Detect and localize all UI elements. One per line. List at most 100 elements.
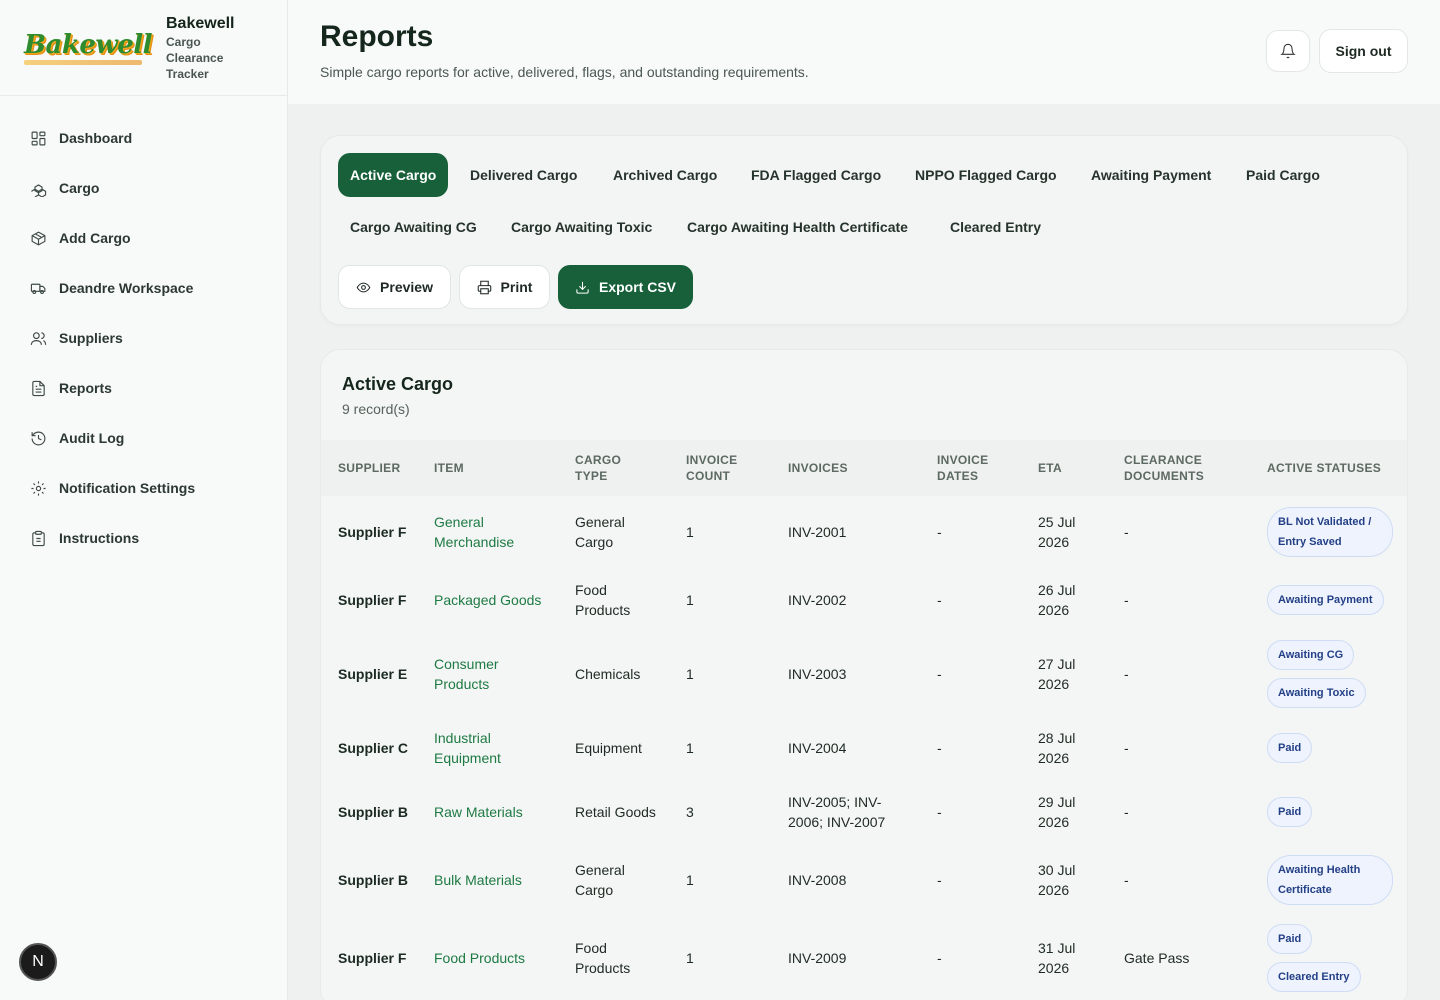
cell-item-link[interactable]: Food Products xyxy=(434,916,554,1000)
users-icon xyxy=(30,331,47,345)
sidebar-item-suppliers[interactable]: Suppliers xyxy=(0,313,287,363)
tab-cleared-entry[interactable]: Cleared Entry xyxy=(938,205,1054,249)
cell-invoice-count: 1 xyxy=(686,740,694,756)
cell-item-link[interactable]: Bulk Materials xyxy=(434,844,554,916)
sidebar-item-add-cargo[interactable]: Add Cargo xyxy=(0,213,287,263)
cell-item-link[interactable]: Raw Materials xyxy=(434,780,554,844)
sidebar-item-instructions[interactable]: Instructions xyxy=(0,513,287,563)
brand-text: Bakewell Cargo Clearance Tracker xyxy=(166,14,236,82)
cell-invoice-dates: - xyxy=(937,950,942,966)
brand-name: Bakewell xyxy=(166,14,235,32)
cell-invoice-dates: - xyxy=(937,592,942,608)
cell-eta: 26 Jul 2026 xyxy=(1038,582,1076,618)
cell-active-statuses: Awaiting Payment xyxy=(1267,568,1397,632)
status-badge: Paid xyxy=(1267,733,1313,763)
bell-icon xyxy=(1280,43,1296,59)
sidebar-item-label: Add Cargo xyxy=(59,230,131,246)
cell-item-link[interactable]: Industrial Equipment xyxy=(434,716,554,780)
cell-invoice-count: 1 xyxy=(686,592,694,608)
export-csv-button[interactable]: Export CSV xyxy=(558,265,693,309)
print-button[interactable]: Print xyxy=(459,265,550,309)
table-row[interactable]: Supplier B Raw Materials Retail Goods 3 … xyxy=(321,780,1407,844)
column-header-item[interactable]: ITEM xyxy=(434,440,554,496)
cell-invoice-count: 1 xyxy=(686,950,694,966)
sidebar-item-label: Reports xyxy=(59,380,112,396)
column-header-supplier[interactable]: SUPPLIER xyxy=(338,440,418,496)
table-row[interactable]: Supplier E Consumer Products Chemicals 1… xyxy=(321,632,1407,716)
tab-cargo-awaiting-health-certificate[interactable]: Cargo Awaiting Health Certificate xyxy=(675,205,920,249)
brand-subtitle: Cargo Clearance Tracker xyxy=(166,34,224,81)
preview-label: Preview xyxy=(380,279,433,295)
cell-clearance-documents: - xyxy=(1124,524,1129,540)
download-icon xyxy=(576,281,589,294)
tab-cargo-awaiting-cg[interactable]: Cargo Awaiting CG xyxy=(338,205,489,249)
cell-item-link[interactable]: General Merchandise xyxy=(434,496,554,568)
cell-invoices: INV-2004 xyxy=(788,740,847,756)
cell-item-link[interactable]: Packaged Goods xyxy=(434,568,554,632)
cell-cargo-type: Retail Goods xyxy=(575,804,656,820)
column-header-cargo-type[interactable]: CARGO TYPE xyxy=(575,440,635,496)
sidebar-item-dashboard[interactable]: Dashboard xyxy=(0,113,287,163)
sidebar-item-label: Suppliers xyxy=(59,330,123,346)
page-header: Reports Simple cargo reports for active,… xyxy=(288,0,1440,104)
cell-clearance-documents: - xyxy=(1124,872,1129,888)
column-header-active-statuses[interactable]: ACTIVE STATUSES xyxy=(1267,440,1397,496)
cell-clearance-documents: - xyxy=(1124,666,1129,682)
sidebar-item-notification-settings[interactable]: Notification Settings xyxy=(0,463,287,513)
column-header-invoice-dates[interactable]: INVOICE DATES xyxy=(937,440,1007,496)
notifications-button[interactable] xyxy=(1266,30,1310,72)
cell-invoices: INV-2001 xyxy=(788,524,847,540)
sidebar-item-deandre-workspace[interactable]: Deandre Workspace xyxy=(0,263,287,313)
bakewell-logo[interactable]: Bakewell xyxy=(24,28,156,68)
column-header-invoices[interactable]: INVOICES xyxy=(788,440,908,496)
sidebar-item-label: Notification Settings xyxy=(59,480,196,496)
sign-out-button[interactable]: Sign out xyxy=(1319,29,1408,73)
tab-fda-flagged-cargo[interactable]: FDA Flagged Cargo xyxy=(739,153,894,197)
table-row[interactable]: Supplier C Industrial Equipment Equipmen… xyxy=(321,716,1407,780)
cell-active-statuses: Paid xyxy=(1267,716,1397,780)
cell-active-statuses: Paid xyxy=(1267,780,1397,844)
tab-awaiting-payment[interactable]: Awaiting Payment xyxy=(1079,153,1224,197)
cell-supplier: Supplier E xyxy=(338,666,408,682)
preview-button[interactable]: Preview xyxy=(338,265,451,309)
dev-tools-badge[interactable]: N xyxy=(19,943,57,981)
cell-invoice-dates: - xyxy=(937,804,942,820)
status-badge: BL Not Validated / Entry Saved xyxy=(1267,507,1393,557)
cell-supplier: Supplier B xyxy=(338,804,409,820)
status-badge: Awaiting Toxic xyxy=(1267,678,1366,708)
sidebar-item-reports[interactable]: Reports xyxy=(0,363,287,413)
report-table-card: Active Cargo 9 record(s) SUPPLIER ITEM C… xyxy=(320,349,1408,1000)
tab-active-cargo[interactable]: Active Cargo xyxy=(338,153,449,197)
truck-icon xyxy=(30,283,46,294)
boxes-icon xyxy=(31,183,47,197)
sidebar-item-cargo[interactable]: Cargo xyxy=(0,163,287,213)
cell-eta: 27 Jul 2026 xyxy=(1038,656,1076,692)
tab-archived-cargo[interactable]: Archived Cargo xyxy=(601,153,730,197)
table-row[interactable]: Supplier B Bulk Materials General Cargo … xyxy=(321,844,1407,916)
print-label: Print xyxy=(500,279,533,295)
printer-icon xyxy=(477,280,491,294)
cell-cargo-type: Chemicals xyxy=(575,666,641,682)
cell-item-link[interactable]: Consumer Products xyxy=(434,632,554,716)
table-row[interactable]: Supplier F General Merchandise General C… xyxy=(321,496,1407,568)
table-row[interactable]: Supplier F Packaged Goods Food Products … xyxy=(321,568,1407,632)
table-row[interactable]: Supplier F Food Products Food Products 1… xyxy=(321,916,1407,1000)
tab-paid-cargo[interactable]: Paid Cargo xyxy=(1234,153,1332,197)
column-header-invoice-count[interactable]: INVOICE COUNT xyxy=(686,440,756,496)
dashboard-grid-icon xyxy=(31,131,46,145)
cell-eta: 29 Jul 2026 xyxy=(1038,794,1076,830)
sidebar: Bakewell Bakewell Cargo Clearance Tracke… xyxy=(0,0,288,1000)
tab-delivered-cargo[interactable]: Delivered Cargo xyxy=(458,153,590,197)
cell-cargo-type: Equipment xyxy=(575,740,642,756)
logo-stripe xyxy=(24,59,142,65)
cell-invoices: INV-2003 xyxy=(788,666,847,682)
file-text-icon xyxy=(32,380,45,396)
column-header-eta[interactable]: ETA xyxy=(1038,440,1098,496)
cell-invoices: INV-2002 xyxy=(788,592,847,608)
sidebar-item-audit-log[interactable]: Audit Log xyxy=(0,413,287,463)
column-header-clearance-documents[interactable]: CLEARANCE DOCUMENTS xyxy=(1124,440,1234,496)
tab-cargo-awaiting-toxic[interactable]: Cargo Awaiting Toxic xyxy=(499,205,665,249)
status-badge: Awaiting Payment xyxy=(1267,585,1384,615)
clipboard-icon xyxy=(32,530,45,546)
tab-nppo-flagged-cargo[interactable]: NPPO Flagged Cargo xyxy=(903,153,1069,197)
